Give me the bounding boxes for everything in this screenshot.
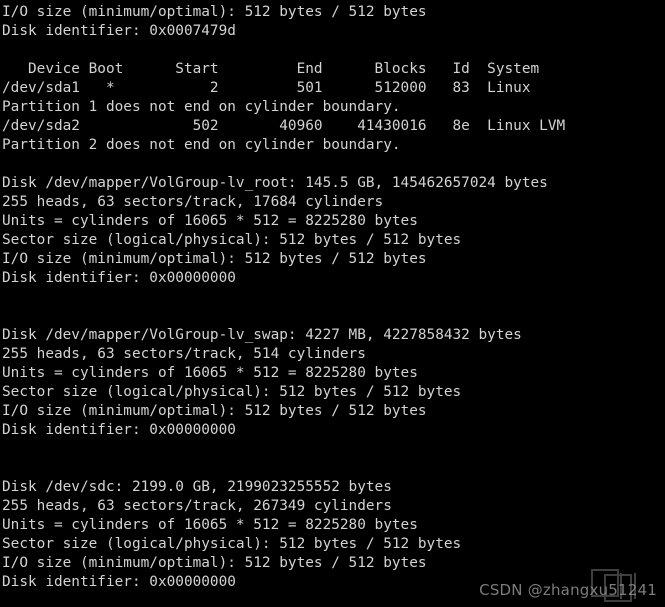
terminal-line: /dev/sda1 * 2 501 512000 83 Linux [2,80,531,96]
terminal-line: Partition 1 does not end on cylinder bou… [2,99,401,115]
terminal-line: Partition 2 does not end on cylinder bou… [2,137,401,153]
terminal-line: I/O size (minimum/optimal): 512 bytes / … [2,555,427,571]
terminal-line: Disk identifier: 0x00000000 [2,574,236,590]
terminal-line: Sector size (logical/physical): 512 byte… [2,536,462,552]
terminal-output[interactable]: I/O size (minimum/optimal): 512 bytes / … [0,0,665,607]
terminal-line: Sector size (logical/physical): 512 byte… [2,384,462,400]
terminal-line: I/O size (minimum/optimal): 512 bytes / … [2,251,427,267]
terminal-line: 255 heads, 63 sectors/track, 17684 cylin… [2,194,384,210]
terminal-line: I/O size (minimum/optimal): 512 bytes / … [2,403,427,419]
terminal-line: I/O size (minimum/optimal): 512 bytes / … [2,4,427,20]
terminal-line: Disk identifier: 0x00000000 [2,422,236,438]
terminal-line: Units = cylinders of 16065 * 512 = 82252… [2,365,418,381]
terminal-line: Disk identifier: 0x00000000 [2,270,236,286]
terminal-line: Disk /dev/mapper/VolGroup-lv_swap: 4227 … [2,327,522,343]
terminal-line: 255 heads, 63 sectors/track, 514 cylinde… [2,346,366,362]
terminal-line: Units = cylinders of 16065 * 512 = 82252… [2,213,418,229]
terminal-line: Device Boot Start End Blocks Id System [2,61,540,77]
terminal-line: Disk /dev/mapper/VolGroup-lv_root: 145.5… [2,175,548,191]
terminal-line: Disk /dev/sdc: 2199.0 GB, 2199023255552 … [2,479,392,495]
terminal-line: /dev/sda2 502 40960 41430016 8e Linux LV… [2,118,566,134]
terminal-line: 255 heads, 63 sectors/track, 267349 cyli… [2,498,392,514]
terminal-line: Sector size (logical/physical): 512 byte… [2,232,462,248]
terminal-line: Units = cylinders of 16065 * 512 = 82252… [2,517,418,533]
terminal-line: Disk identifier: 0x0007479d [2,23,236,39]
